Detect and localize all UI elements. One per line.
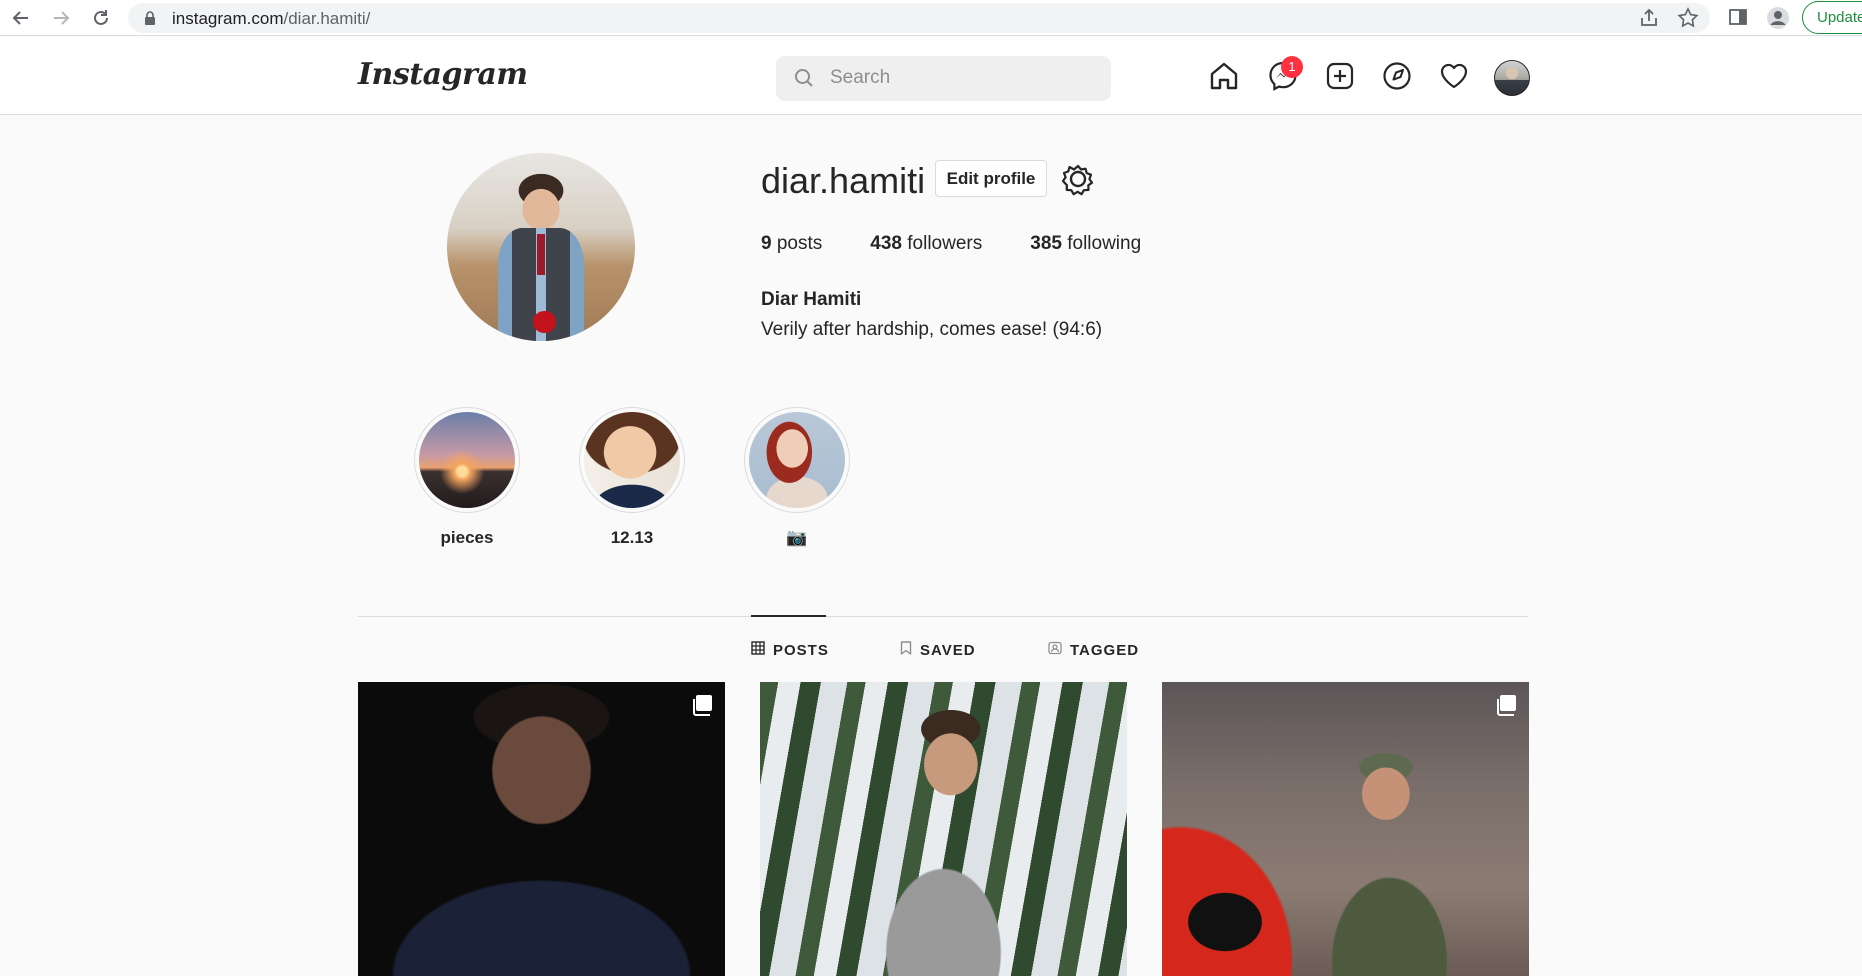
profile-username: diar.hamiti: [761, 160, 926, 201]
url-text: instagram.com/diar.hamiti/: [172, 9, 371, 28]
activity-heart-icon[interactable]: [1436, 58, 1472, 94]
carousel-icon: [691, 694, 713, 721]
highlight-cover: [584, 412, 680, 508]
highlight-label: 📷: [786, 528, 808, 547]
instagram-logo[interactable]: Instagram: [358, 57, 528, 92]
search-icon: [794, 68, 814, 93]
profile-picture[interactable]: [447, 153, 635, 341]
new-post-icon[interactable]: [1322, 58, 1358, 94]
highlight-label: 12.13: [610, 528, 654, 547]
profile-full-name: Diar Hamiti: [761, 289, 862, 310]
nav-profile-avatar[interactable]: [1494, 60, 1530, 96]
following-stat[interactable]: 385 following: [1030, 233, 1141, 255]
grid-icon: [751, 641, 765, 659]
tab-tagged[interactable]: TAGGED: [1048, 641, 1139, 659]
post-thumbnail[interactable]: [760, 682, 1127, 976]
highlight-item[interactable]: 📷: [743, 407, 851, 548]
tab-tagged-label: TAGGED: [1070, 641, 1140, 659]
search-input[interactable]: [830, 64, 1090, 92]
highlight-ring: [414, 407, 520, 513]
tab-saved-label: SAVED: [920, 641, 976, 659]
address-bar[interactable]: instagram.com/diar.hamiti/: [128, 3, 1710, 33]
highlight-item[interactable]: 12.13: [578, 407, 686, 548]
highlight-cover: [749, 412, 845, 508]
forward-icon[interactable]: [48, 5, 74, 31]
edit-profile-button[interactable]: Edit profile: [935, 160, 1047, 197]
active-tab-indicator: [751, 615, 826, 617]
explore-icon[interactable]: [1379, 58, 1415, 94]
highlight-ring: [579, 407, 685, 513]
profile-account-icon[interactable]: [1766, 6, 1790, 30]
reload-icon[interactable]: [88, 5, 114, 31]
profile-picture-tie: [537, 233, 545, 276]
tab-posts[interactable]: POSTS: [751, 641, 829, 659]
tab-saved[interactable]: SAVED: [900, 641, 976, 659]
side-panel-icon[interactable]: [1727, 6, 1751, 30]
flag-eagle-graphic: [1180, 882, 1270, 962]
tab-posts-label: POSTS: [773, 641, 829, 659]
post-thumbnail[interactable]: [1162, 682, 1529, 976]
update-button[interactable]: Update: [1802, 1, 1862, 34]
tabs-divider: [358, 616, 1528, 617]
browser-toolbar: instagram.com/diar.hamiti/ Update: [0, 0, 1862, 36]
tagged-icon: [1048, 641, 1062, 659]
highlight-item[interactable]: pieces: [413, 407, 521, 548]
profile-stats: 9 posts 438 followers 385 following: [761, 233, 1189, 255]
bookmark-icon: [900, 641, 912, 659]
share-icon[interactable]: [1638, 7, 1660, 29]
carousel-icon: [1495, 694, 1517, 721]
messenger-badge: 1: [1281, 56, 1303, 78]
home-icon[interactable]: [1206, 58, 1242, 94]
posts-stat: 9 posts: [761, 233, 823, 254]
post-thumbnail[interactable]: [358, 682, 725, 976]
settings-gear-icon[interactable]: [1060, 161, 1096, 197]
profile-bio: Verily after hardship, comes ease! (94:6…: [761, 319, 1103, 340]
bookmark-star-icon[interactable]: [1677, 7, 1699, 29]
followers-stat[interactable]: 438 followers: [870, 233, 982, 255]
lock-icon: [144, 11, 156, 30]
back-icon[interactable]: [8, 5, 34, 31]
highlight-ring: [744, 407, 850, 513]
instagram-header: Instagram: [0, 37, 1862, 115]
highlight-cover: [419, 412, 515, 508]
search-box[interactable]: [776, 56, 1111, 101]
highlight-label: pieces: [440, 528, 494, 547]
